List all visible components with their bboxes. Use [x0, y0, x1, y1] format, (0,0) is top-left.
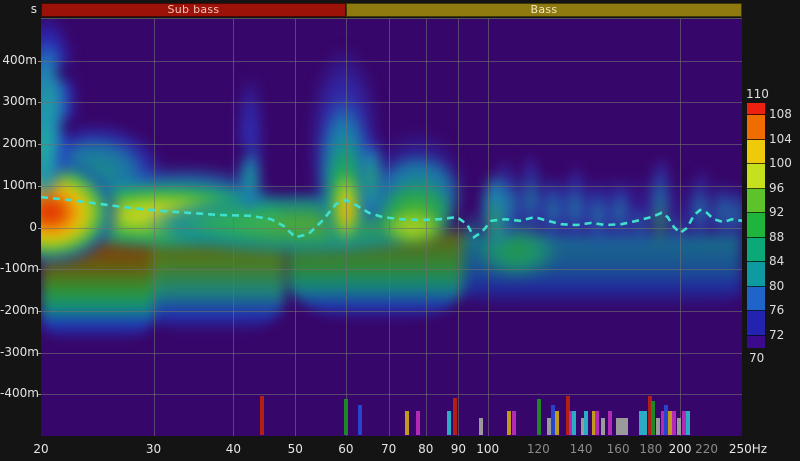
y-tick-mark — [38, 186, 41, 187]
spectrogram-window: Sub bassBass s 400m 300m 200m 100m 0 -100m -20… — [0, 0, 800, 461]
x-tick-label: 30 — [132, 442, 176, 456]
x-tick-label: 250Hz — [726, 442, 770, 456]
x-tick-label: 20 — [19, 442, 63, 456]
band-header-bass: Bass — [346, 3, 742, 17]
y-tick-mark — [38, 61, 41, 62]
x-tick-label: 220 — [685, 442, 729, 456]
y-axis-unit-label: s — [0, 2, 37, 16]
legend-tick-label: 84 — [769, 254, 784, 268]
y-tick-label: 100m — [0, 178, 37, 192]
legend-min-label: 70 — [749, 351, 764, 365]
y-tick-label: 0 — [0, 220, 37, 234]
legend-tick-label: 100 — [769, 156, 792, 170]
y-tick-mark — [38, 144, 41, 145]
legend-tick-label: 80 — [769, 279, 784, 293]
legend-segment — [747, 238, 765, 263]
y-tick-label: -200m — [0, 303, 37, 317]
legend-tick-label: 96 — [769, 181, 784, 195]
x-tick-label: 50 — [273, 442, 317, 456]
x-tick-label: 60 — [324, 442, 368, 456]
y-tick-mark — [38, 394, 41, 395]
y-tick-label: 200m — [0, 136, 37, 150]
y-tick-label: -400m — [0, 386, 37, 400]
x-tick-label: 40 — [211, 442, 255, 456]
y-tick-mark — [38, 353, 41, 354]
y-tick-label: 400m — [0, 53, 37, 67]
y-tick-label: 300m — [0, 94, 37, 108]
y-tick-label: -300m — [0, 345, 37, 359]
legend-segment — [747, 103, 765, 115]
band-header-sub-bass: Sub bass — [41, 3, 346, 17]
y-tick-mark — [38, 102, 41, 103]
legend-segment — [747, 262, 765, 287]
legend-tick-label: 72 — [769, 328, 784, 342]
legend-segment — [747, 213, 765, 238]
y-tick-label: -100m — [0, 261, 37, 275]
y-tick-mark — [38, 228, 41, 229]
legend-segment — [747, 115, 765, 140]
legend-segment — [747, 311, 765, 336]
y-tick-mark — [38, 269, 41, 270]
legend-tick-label: 88 — [769, 230, 784, 244]
peak-energy-line — [41, 19, 742, 436]
legend-segment — [747, 336, 765, 348]
legend-tick-label: 76 — [769, 303, 784, 317]
legend-tick-label: 104 — [769, 132, 792, 146]
legend-segment — [747, 189, 765, 214]
spectrogram-plot-canvas[interactable] — [41, 19, 742, 436]
legend-segment — [747, 164, 765, 189]
x-tick-label: 120 — [516, 442, 560, 456]
legend-tick-label: 92 — [769, 205, 784, 219]
x-tick-label: 100 — [466, 442, 510, 456]
legend-max-label: 110 — [746, 87, 769, 101]
legend-color-bar — [747, 103, 765, 348]
legend-segment — [747, 287, 765, 312]
legend-segment — [747, 140, 765, 165]
peak-energy-polyline — [41, 197, 742, 237]
legend-tick-label: 108 — [769, 107, 792, 121]
y-tick-mark — [38, 311, 41, 312]
